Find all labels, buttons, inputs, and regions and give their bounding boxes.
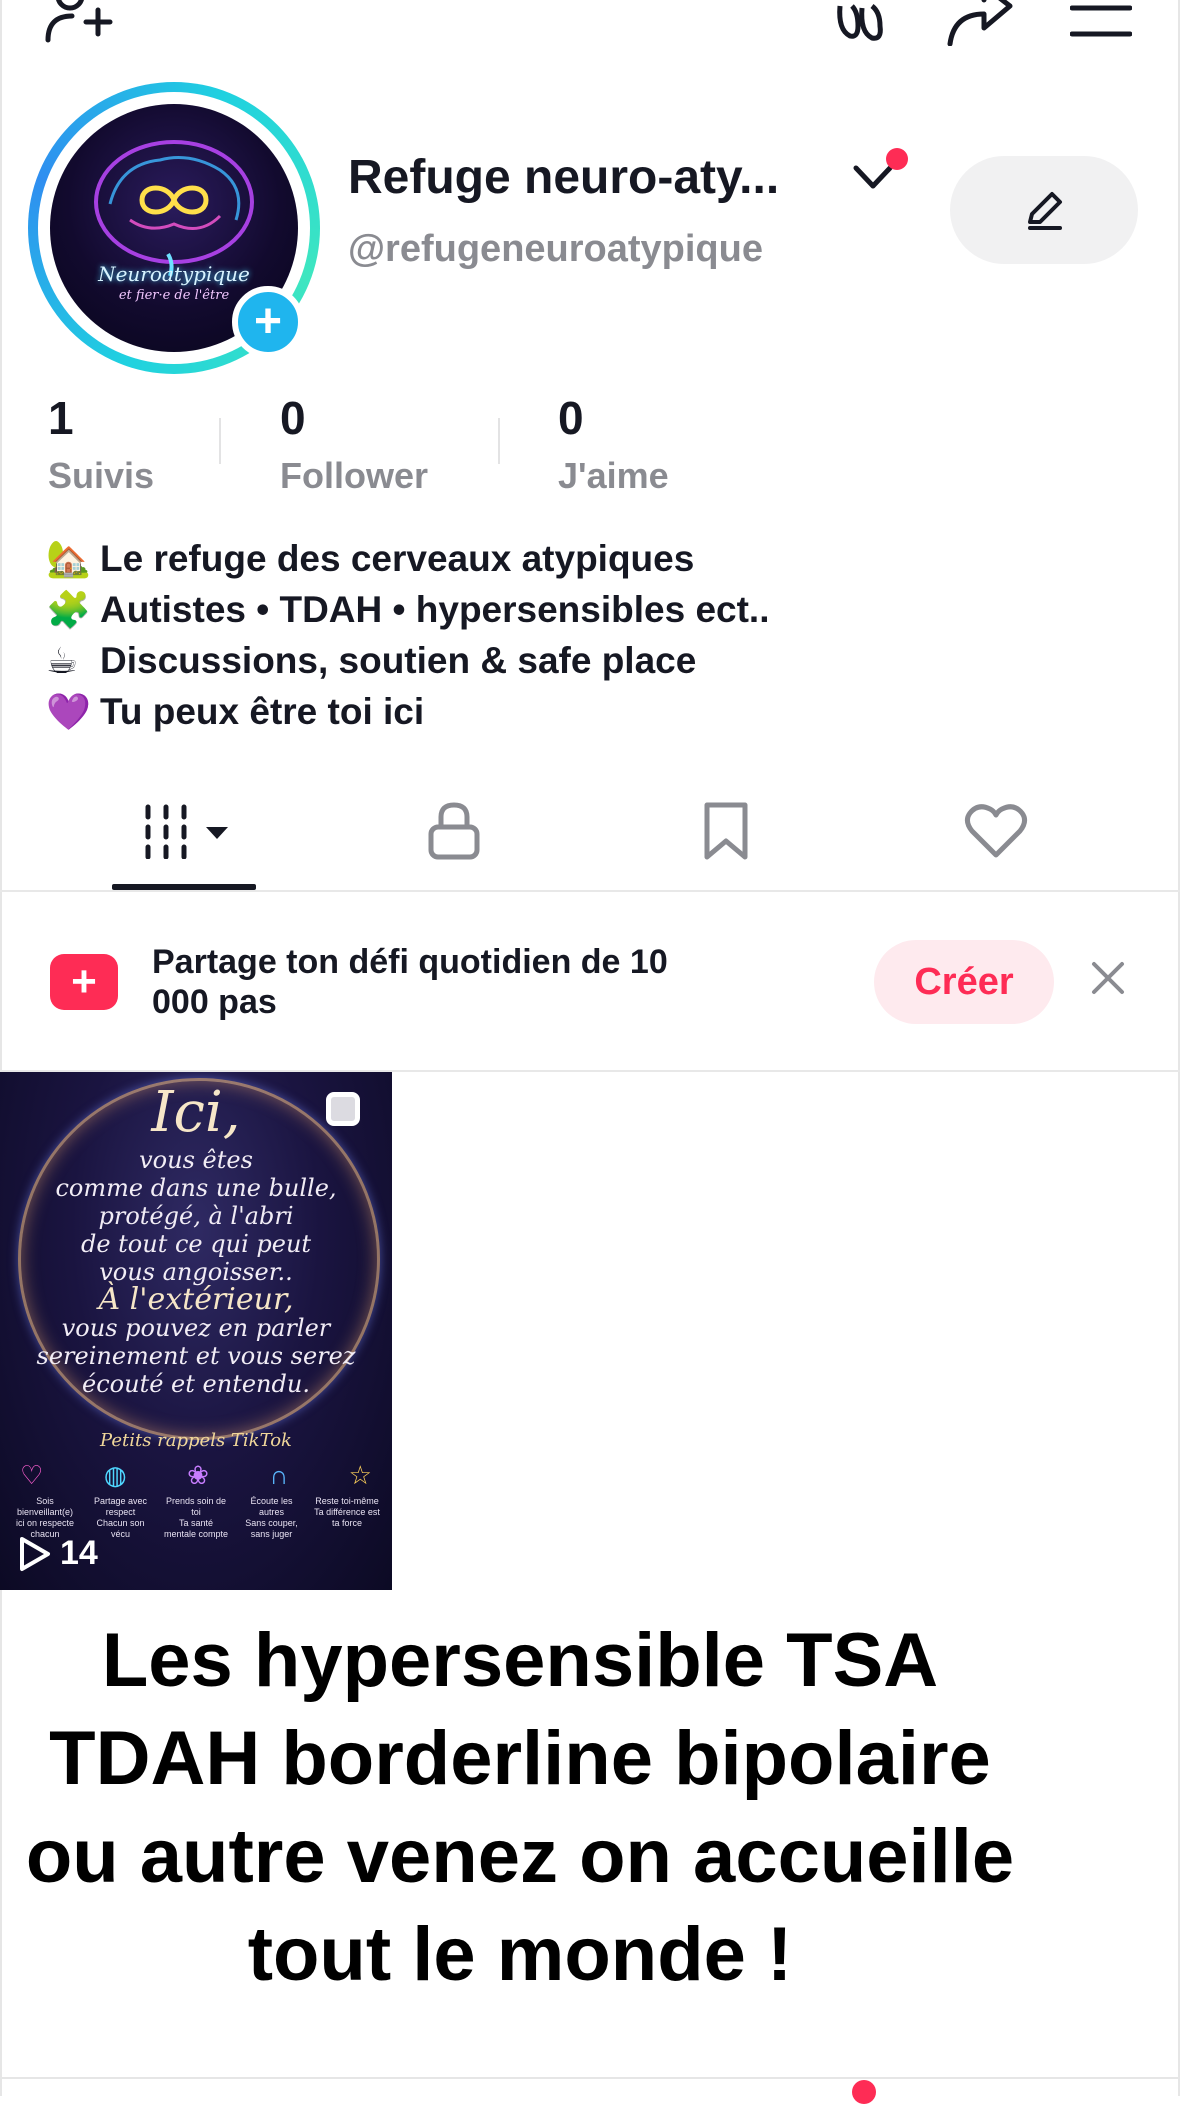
add-story-button[interactable]: + (232, 286, 304, 358)
tip-title: Prends soin de toi (165, 1496, 227, 1517)
view-count: 14 (18, 1534, 98, 1573)
tabs-divider (0, 890, 1180, 892)
profile-handle: @refugeneuroatypique (348, 228, 763, 270)
tip-title: Écoute les autres (250, 1496, 293, 1517)
puzzle-emoji-icon: 🧩 (46, 589, 91, 630)
stat-label: Follower (280, 455, 429, 496)
bio-text: Discussions, soutien & safe place (100, 640, 697, 681)
caption-overlay: Les hypersensible TSA TDAH borderline bi… (25, 1618, 1015, 1997)
brain-icon: ❀ (187, 1460, 209, 1490)
create-button[interactable]: Créer (874, 940, 1054, 1024)
thumbnail-line: vous êtes (139, 1146, 253, 1174)
bio-line: 🧩 Autistes • TDAH • hypersensibles ect.. (46, 584, 770, 635)
bio-text: Tu peux être toi ici (100, 691, 425, 732)
thumbnail-line: sereinement et vous serez (36, 1342, 356, 1370)
tip-title: Reste toi-même (315, 1496, 379, 1506)
bookmark-icon (704, 802, 748, 860)
bio-line: 🏡 Le refuge des cerveaux atypiques (46, 533, 770, 584)
chat-icon: ◍ (103, 1460, 127, 1490)
star-icon: ☆ (348, 1460, 372, 1490)
profile-name: Refuge neuro-aty... (348, 151, 780, 204)
thumbnail-line: de tout ce qui peut (80, 1230, 312, 1258)
add-friend-icon[interactable] (42, 0, 114, 46)
tip-sub: Ta santé mentale compte (163, 1518, 229, 1539)
stat-value: 1 (48, 392, 74, 444)
bottom-divider (0, 2077, 1180, 2079)
notification-dot (886, 148, 908, 170)
thumbnail-tip-icons: ♡ ◍ ❀ ∩ ☆ (20, 1460, 372, 1491)
video-thumbnail[interactable]: Ici, vous êtes comme dans une bulle, pro… (0, 1072, 392, 1590)
bio-line: 💜 Tu peux être toi ici (46, 686, 770, 737)
tab-saved[interactable] (676, 796, 776, 866)
footprints-icon[interactable] (830, 0, 890, 46)
tip-sub: Chacun son vécu (96, 1518, 145, 1539)
stat-label: Suivis (48, 455, 155, 496)
stat-followers[interactable]: 0 Follower (280, 395, 428, 497)
bio-text: Le refuge des cerveaux atypiques (100, 538, 695, 579)
tab-videos[interactable] (134, 796, 234, 866)
view-count-value: 14 (60, 1534, 98, 1572)
heart-icon (964, 804, 1028, 858)
stat-value: 0 (280, 392, 306, 444)
thumbnail-line: vous pouvez en parler (61, 1314, 331, 1342)
bio-text: Autistes • TDAH • hypersensibles ect.. (100, 589, 770, 630)
multi-image-icon (326, 1092, 360, 1126)
stat-label: J'aime (558, 455, 669, 496)
purple-heart-emoji-icon: 💜 (46, 691, 91, 732)
avatar-caption: Neuroatypique (98, 262, 250, 286)
challenge-plus-icon: + (50, 954, 118, 1010)
grid-sort-icon (145, 804, 228, 859)
thumbnail-reminder: Petits rappels TikTok (100, 1430, 292, 1451)
tip-item: Prends soin de toi Ta santé mentale compt… (163, 1496, 229, 1540)
tip-title: Sois bienveillant(e) (16, 1496, 74, 1517)
tab-private[interactable] (404, 796, 504, 866)
play-icon (20, 1536, 50, 1571)
menu-icon[interactable] (1070, 0, 1132, 40)
coffee-emoji-icon: ☕ (46, 640, 79, 681)
tip-item: Écoute les autres Sans couper, sans juger (239, 1496, 305, 1540)
tip-title: Partage avec respect (93, 1496, 148, 1517)
tip-item: Reste toi-même Ta différence est ta force (314, 1496, 380, 1540)
bio-line: ☕ Discussions, soutien & safe place (46, 635, 770, 686)
stat-value: 0 (558, 392, 584, 444)
stat-following[interactable]: 1 Suivis (48, 395, 154, 497)
thumbnail-line: comme dans une bulle, (55, 1174, 337, 1202)
tip-sub: Ta différence est ta force (314, 1507, 380, 1528)
pencil-icon (1028, 192, 1062, 230)
plus-icon: + (253, 295, 283, 348)
thumbnail-line: écouté et entendu. (82, 1370, 310, 1398)
chevron-down-icon[interactable] (852, 162, 894, 197)
notification-dot (852, 2080, 876, 2104)
edit-profile-button[interactable] (950, 156, 1138, 264)
tab-liked[interactable] (946, 796, 1046, 866)
headphones-icon: ∩ (269, 1460, 289, 1490)
lock-icon (428, 802, 480, 860)
challenge-text: Partage ton défi quotidien de 10 000 pas (152, 943, 668, 1021)
stat-likes[interactable]: 0 J'aime (558, 395, 669, 497)
house-emoji-icon: 🏡 (46, 538, 91, 579)
stat-divider (219, 418, 221, 464)
heart-icon: ♡ (20, 1460, 44, 1490)
thumbnail-line: protégé, à l'abri (98, 1202, 294, 1230)
close-icon[interactable] (1086, 956, 1130, 1000)
profile-bio: 🏡 Le refuge des cerveaux atypiques 🧩 Autis… (46, 533, 770, 737)
stat-divider (498, 418, 500, 464)
share-icon[interactable] (944, 0, 1016, 46)
thumbnail-line: À l'extérieur, (98, 1282, 294, 1317)
tip-sub: Sans couper, sans juger (245, 1518, 298, 1539)
thumbnail-text: vous êtes comme dans une bulle, protégé,… (0, 1146, 392, 1398)
